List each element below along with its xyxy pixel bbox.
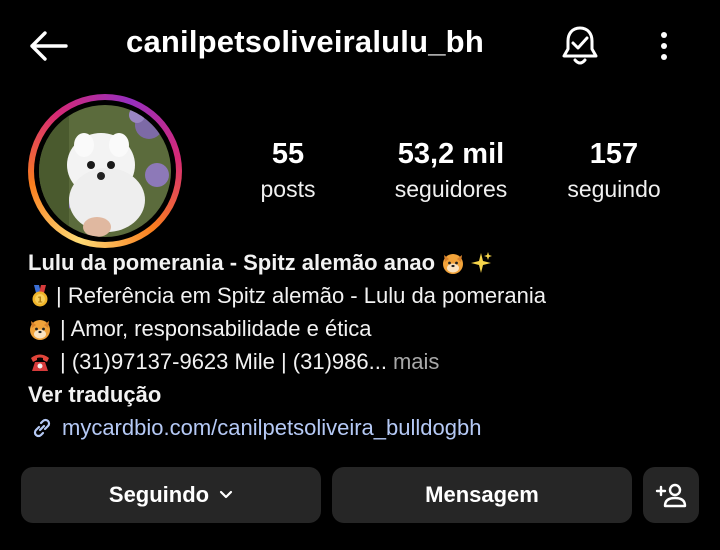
bio-line-2: | Amor, responsabilidade e ética <box>60 316 372 341</box>
telephone-icon <box>31 354 49 371</box>
profile-username: canilpetsoliveiralulu_bh <box>126 24 484 59</box>
bio-line-1: | Referência em Spitz alemão - Lulu da p… <box>56 283 546 308</box>
avatar <box>39 105 171 237</box>
posts-count: 55 <box>271 138 305 170</box>
story-ring-avatar[interactable] <box>28 94 182 248</box>
message-button-label: Mensagem <box>425 482 539 507</box>
see-translation-link[interactable]: Ver tradução <box>28 378 161 411</box>
arrow-left-icon <box>30 31 68 61</box>
following-label: seguindo <box>567 176 661 202</box>
suggest-users-button[interactable] <box>643 467 699 523</box>
profile-bio: Lulu da pomerania - Spitz alemão anao 1 … <box>28 246 698 444</box>
back-button[interactable] <box>26 26 70 66</box>
following-dropdown-button[interactable]: Seguindo <box>21 467 321 523</box>
avatar-photo <box>39 105 171 237</box>
profile-display-name: Lulu da pomerania - Spitz alemão anao <box>28 250 436 275</box>
svg-text:1: 1 <box>37 295 43 304</box>
bio-website-link[interactable]: mycardbio.com/canilpetsoliveira_bulldogb… <box>28 411 698 444</box>
bell-check-icon <box>562 26 598 65</box>
bio-more-link[interactable]: mais <box>393 345 439 378</box>
posts-label: posts <box>260 176 316 202</box>
bio-link-text: mycardbio.com/canilpetsoliveira_bulldogb… <box>62 415 482 440</box>
followers-label: seguidores <box>394 176 508 202</box>
sparkles-icon <box>471 251 493 273</box>
followers-stat[interactable]: 53,2 mil seguidores <box>381 136 521 206</box>
link-icon <box>33 418 51 437</box>
dog-face-emoji-icon <box>30 319 50 340</box>
notifications-button[interactable] <box>556 22 604 70</box>
bio-line-3: | (31)97137-9623 Mile | (31)986... <box>60 349 387 374</box>
more-options-button[interactable] <box>648 24 680 68</box>
chevron-down-icon <box>220 490 233 499</box>
add-person-icon <box>655 483 687 508</box>
dog-face-emoji-icon <box>443 253 464 274</box>
top-bar: canilpetsoliveiralulu_bh <box>0 0 720 92</box>
posts-stat[interactable]: 55 posts <box>238 136 338 206</box>
following-button-label: Seguindo <box>108 482 210 507</box>
followers-count: 53,2 mil <box>397 138 505 170</box>
medal-icon: 1 <box>32 284 48 306</box>
vertical-dots-icon <box>661 32 667 60</box>
message-button[interactable]: Mensagem <box>332 467 632 523</box>
following-count: 157 <box>589 138 639 170</box>
following-stat[interactable]: 157 seguindo <box>559 136 669 206</box>
